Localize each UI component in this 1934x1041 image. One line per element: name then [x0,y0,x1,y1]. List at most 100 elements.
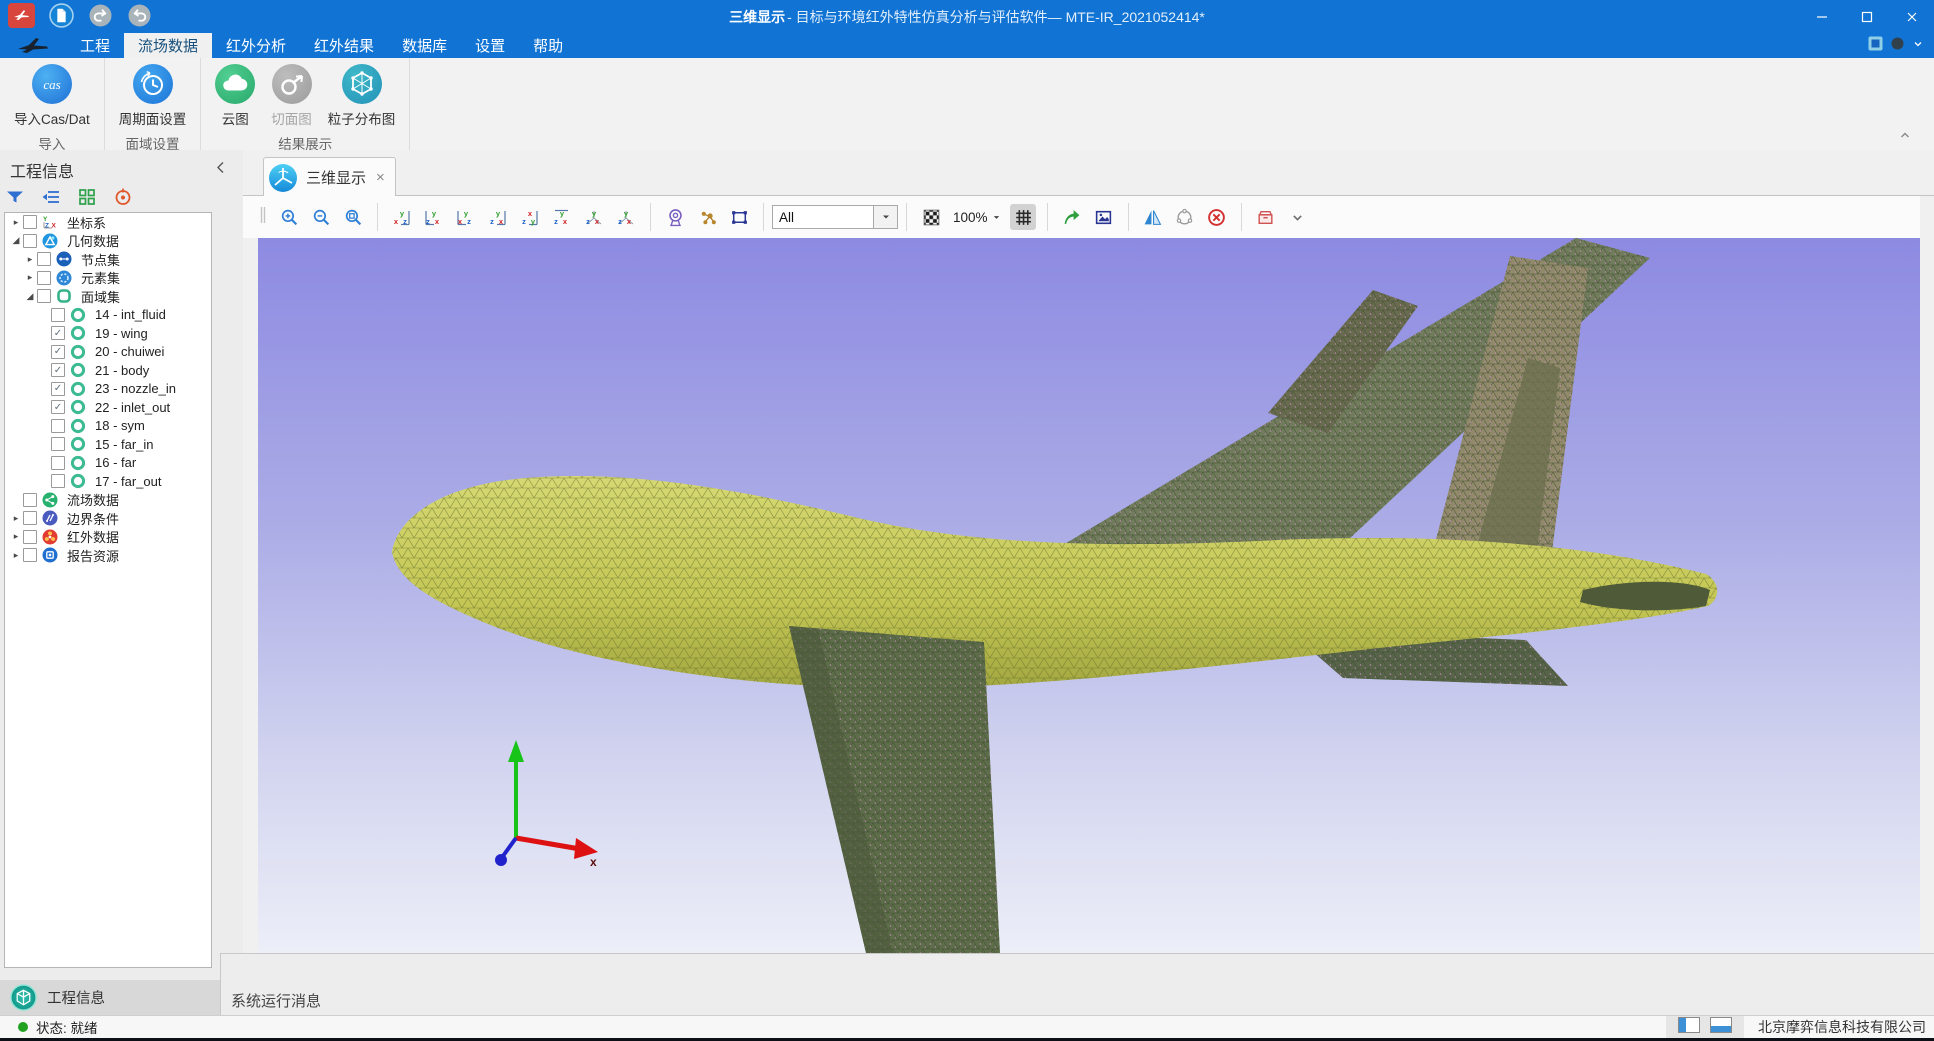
tree-expander-icon[interactable]: ◢ [23,291,37,302]
cancel-icon[interactable] [1204,204,1230,230]
app-logo-icon[interactable] [8,3,35,28]
menu-item-flow-field-data[interactable]: 流场数据 [124,33,212,58]
maximize-button[interactable] [1844,0,1889,33]
tree-expander-icon[interactable]: ▸ [9,217,23,228]
tab-3d-display[interactable]: 三维显示 × [263,157,396,197]
zoom-in-icon[interactable] [276,204,302,230]
locate-target-icon[interactable] [112,186,134,208]
tree-checkbox[interactable] [23,530,37,544]
viewport-3d[interactable]: x [258,238,1920,953]
panel-collapse-icon[interactable] [214,160,227,180]
tree-row[interactable]: ▸边界条件 [5,509,211,528]
tree-checkbox[interactable] [23,511,37,525]
snapshot-icon[interactable] [1091,204,1117,230]
close-button[interactable] [1889,0,1934,33]
layout-bottom-panel-icon[interactable] [1710,1017,1732,1038]
tree-row[interactable]: 流场数据 [5,491,211,510]
export-arrow-icon[interactable] [1059,204,1085,230]
tree-row[interactable]: 18 - sym [5,417,211,436]
camera-icon[interactable] [662,204,688,230]
menu-item-help[interactable]: 帮助 [519,33,577,58]
tree-expander-icon[interactable]: ▸ [9,550,23,561]
tree-expander-icon[interactable]: ▸ [9,513,23,524]
tree-row[interactable]: ▸节点集 [5,250,211,269]
menu-item-infrared-results[interactable]: 红外结果 [300,33,388,58]
pattern-icon[interactable] [918,204,944,230]
view-orientation-icon[interactable]: yxz [453,204,479,230]
view-orientation-icon[interactable]: xzy [517,204,543,230]
menu-item-database[interactable]: 数据库 [388,33,461,58]
archive-icon[interactable] [1253,204,1279,230]
tree-checkbox[interactable] [37,271,51,285]
new-document-icon[interactable] [49,3,74,28]
periodic-face-settings-button[interactable]: 周期面设置 [111,62,195,130]
tree-checkbox[interactable] [23,215,37,229]
tree-checkbox[interactable] [51,474,65,488]
tree-expander-icon[interactable]: ▸ [23,272,37,283]
import-cas-dat-button[interactable]: cas导入Cas/Dat [6,62,98,130]
grid-icon[interactable] [1010,204,1036,230]
tree-checkbox[interactable] [37,289,51,303]
filter-icon[interactable] [4,186,26,208]
view-orientation-icon[interactable]: yzx [613,204,639,230]
tree-checkbox[interactable]: ✓ [51,382,65,396]
toolbar-drag-handle[interactable] [259,203,267,232]
grid-view-icon[interactable] [76,186,98,208]
zoom-fit-icon[interactable] [340,204,366,230]
tree-row[interactable]: 16 - far [5,454,211,473]
project-panel-bottom-bar[interactable]: 工程信息 [0,980,220,1015]
molecule-icon[interactable] [694,204,720,230]
layout-left-panel-icon[interactable] [1678,1017,1700,1038]
tree-checkbox[interactable] [23,548,37,562]
contour-map-button[interactable]: 云图 [207,62,263,130]
view-orientation-icon[interactable]: yxz [389,204,415,230]
tree-expander-icon[interactable]: ◢ [9,235,23,246]
tree-row[interactable]: ▸YZX坐标系 [5,213,211,232]
tree-row[interactable]: 17 - far_out [5,472,211,491]
tree-checkbox[interactable] [23,493,37,507]
tab-close-icon[interactable]: × [376,170,385,185]
view-orientation-icon[interactable]: yzx [549,204,575,230]
chevron-down-icon[interactable] [1285,204,1311,230]
zoom-out-icon[interactable] [308,204,334,230]
minimize-button[interactable] [1799,0,1844,33]
tree-row[interactable]: ✓20 - chuiwei [5,343,211,362]
tree-row[interactable]: ◢面域集 [5,287,211,306]
tree-checkbox[interactable] [37,252,51,266]
undo-icon[interactable] [88,3,113,28]
tree-checkbox[interactable] [51,456,65,470]
particle-distribution-button[interactable]: 粒子分布图 [320,62,404,130]
tree-row[interactable]: 15 - far_in [5,435,211,454]
account-icon[interactable] [1891,37,1904,55]
tree-checkbox[interactable]: ✓ [51,326,65,340]
view-orientation-icon[interactable]: yzx [485,204,511,230]
tree-row[interactable]: ▸报告资源 [5,546,211,565]
tree-row[interactable]: ✓23 - nozzle_in [5,380,211,399]
tree-expander-icon[interactable]: ▸ [9,531,23,542]
display-filter-combobox[interactable]: All [772,205,874,229]
chevron-down-icon[interactable] [1912,37,1924,55]
tree-row[interactable]: ▸红外数据 [5,528,211,547]
tree-row[interactable]: ✓21 - body [5,361,211,380]
tree-checkbox[interactable] [51,437,65,451]
redo-icon[interactable] [127,3,152,28]
tree-checkbox[interactable]: ✓ [51,345,65,359]
mesh-sphere-icon[interactable] [1172,204,1198,230]
window-layout-icon[interactable] [1868,36,1883,56]
tree-expander-icon[interactable]: ▸ [23,254,37,265]
menu-item-settings[interactable]: 设置 [461,33,519,58]
tree-row[interactable]: ✓22 - inlet_out [5,398,211,417]
tree-row[interactable]: ✓19 - wing [5,324,211,343]
tree-checkbox[interactable]: ✓ [51,363,65,377]
menu-item-project[interactable]: 工程 [66,33,124,58]
zoom-level-dropdown[interactable]: 100% [953,210,1001,225]
tree-row[interactable]: ▸元素集 [5,269,211,288]
ribbon-collapse-icon[interactable] [1898,128,1912,147]
tree-checkbox[interactable] [23,234,37,248]
tree-row[interactable]: ◢几何数据 [5,232,211,251]
tree-checkbox[interactable] [51,308,65,322]
list-filter-icon[interactable] [40,186,62,208]
tree-checkbox[interactable]: ✓ [51,400,65,414]
menu-item-infrared-analysis[interactable]: 红外分析 [212,33,300,58]
view-orientation-icon[interactable]: yzx [421,204,447,230]
